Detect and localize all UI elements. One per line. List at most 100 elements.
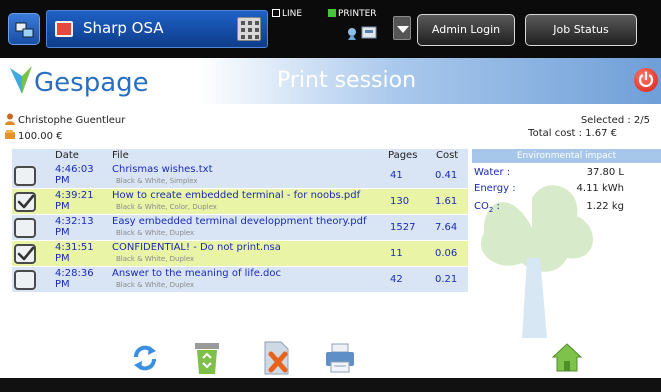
environmental-impact-heading: Environmental impact — [472, 149, 661, 163]
network-printer-icon — [346, 24, 382, 46]
row-checkbox[interactable] — [14, 218, 36, 238]
table-row[interactable]: 4:39:21 PM How to create embedded termina… — [12, 189, 468, 215]
job-cost: 0.41 — [435, 170, 458, 181]
device-icon — [55, 21, 73, 37]
job-time: 4:32:13 — [55, 216, 94, 227]
water-row: Water : 37.80 L — [472, 165, 661, 181]
job-ampm: PM — [55, 201, 70, 212]
row-checkbox[interactable] — [14, 192, 36, 212]
job-ampm: PM — [55, 279, 70, 290]
job-details: Black & White, Duplex — [116, 281, 195, 289]
row-checkbox[interactable] — [14, 244, 36, 264]
keypad-icon[interactable] — [237, 17, 261, 41]
column-file: File — [112, 150, 129, 161]
job-file-name: Answer to the meaning of life.doc — [112, 268, 282, 279]
user-credit: 100.00 € — [18, 131, 63, 142]
column-cost: Cost — [436, 150, 459, 161]
job-ampm: PM — [55, 227, 70, 238]
job-time: 4:39:21 — [55, 190, 94, 201]
co2-colon: : — [493, 201, 500, 212]
delete-document-icon[interactable] — [262, 340, 292, 376]
job-date: 4:32:13 PM — [55, 216, 103, 238]
bottom-strip — [0, 378, 661, 392]
energy-value: 4.11 kWh — [576, 183, 624, 194]
job-time: 4:46:03 — [55, 164, 94, 175]
device-selector[interactable]: Sharp OSA — [46, 10, 268, 48]
dropdown-button[interactable] — [393, 16, 411, 40]
total-cost: Total cost : 1.67 € — [528, 128, 617, 139]
job-pages: 1527 — [390, 222, 416, 233]
swap-icon — [15, 22, 34, 38]
row-checkbox[interactable] — [14, 270, 36, 290]
checkmark-icon — [17, 194, 35, 209]
water-value: 37.80 L — [586, 167, 624, 178]
energy-row: Energy : 4.11 kWh — [472, 181, 661, 197]
job-date: 4:39:21 PM — [55, 190, 103, 212]
job-ampm: PM — [55, 175, 70, 186]
line-status: LINE — [272, 9, 302, 19]
job-details: Black & White, Color, Duplex — [116, 203, 217, 211]
table-header: Date File Pages Cost — [12, 149, 468, 163]
system-top-bar: Sharp OSA LINE PRINTER Admin Login Job S… — [0, 0, 661, 58]
co2-text: CO — [474, 201, 489, 212]
refresh-icon[interactable] — [130, 343, 160, 373]
job-details: Black & White, Duplex — [116, 255, 195, 263]
admin-login-button[interactable]: Admin Login — [417, 14, 515, 46]
line-status-label: LINE — [282, 9, 303, 19]
recycle-bin-icon[interactable] — [192, 341, 222, 375]
print-session-panel: Gespage Print session Christophe Guentle… — [0, 58, 661, 378]
job-pages: 42 — [390, 274, 403, 285]
job-details: Black & White, Duplex — [116, 229, 195, 237]
table-row[interactable]: 4:31:51 PM CONFIDENTIAL! - Do not print.n… — [12, 241, 468, 267]
job-file-name: CONFIDENTIAL! - Do not print.nsa — [112, 242, 281, 253]
job-cost: 0.21 — [435, 274, 458, 285]
printer-checkbox-icon — [328, 9, 336, 17]
column-date: Date — [55, 150, 79, 161]
job-cost: 0.06 — [435, 248, 458, 259]
page-title: Print session — [277, 68, 417, 93]
printer-status: PRINTER — [328, 9, 377, 19]
job-pages: 11 — [390, 248, 403, 259]
job-pages: 41 — [390, 170, 403, 181]
user-name: Christophe Guentleur — [18, 115, 126, 126]
wallet-icon — [5, 130, 15, 139]
table-row[interactable]: 4:28:36 PM Answer to the meaning of life.… — [12, 267, 468, 293]
table-row[interactable]: 4:46:03 PM Chrismas wishes.txt Black & Wh… — [12, 163, 468, 189]
line-checkbox-icon — [272, 9, 280, 17]
co2-row: CO2 : 1.22 kg — [472, 199, 661, 215]
job-details: Black & White, Simplex — [116, 177, 198, 185]
job-date: 4:46:03 PM — [55, 164, 103, 186]
job-time: 4:31:51 — [55, 242, 94, 253]
job-cost: 1.61 — [435, 196, 458, 207]
device-name: Sharp OSA — [83, 19, 164, 37]
printer-status-label: PRINTER — [338, 9, 377, 19]
job-ampm: PM — [55, 253, 70, 264]
job-file-name: How to create embedded terminal - for no… — [112, 190, 361, 201]
selected-count: Selected : 2/5 — [580, 115, 650, 126]
print-jobs-table: Date File Pages Cost 4:46:03 PM Chrismas … — [12, 149, 468, 293]
job-date: 4:31:51 PM — [55, 242, 103, 264]
checkmark-icon — [17, 246, 35, 261]
home-icon[interactable] — [551, 341, 583, 373]
column-pages: Pages — [388, 150, 418, 161]
water-label: Water : — [474, 167, 511, 178]
job-file-name: Easy embedded terminal developpment theo… — [112, 216, 367, 227]
job-time: 4:28:36 — [55, 268, 94, 279]
job-file-name: Chrismas wishes.txt — [112, 164, 213, 175]
power-icon — [638, 71, 654, 87]
power-button[interactable] — [634, 68, 658, 92]
gespage-logo: Gespage — [34, 68, 149, 98]
job-date: 4:28:36 PM — [55, 268, 103, 290]
user-icon — [5, 113, 15, 125]
environmental-impact-panel: Environmental impact Water : 37.80 L Ene… — [472, 149, 661, 215]
co2-value: 1.22 kg — [586, 201, 624, 212]
table-row[interactable]: 4:32:13 PM Easy embedded terminal develop… — [12, 215, 468, 241]
sharp-home-button[interactable] — [8, 13, 40, 45]
printer-icon[interactable] — [324, 342, 356, 374]
job-status-button[interactable]: Job Status — [525, 14, 637, 46]
energy-label: Energy : — [474, 183, 516, 194]
co2-label: CO2 : — [474, 201, 500, 214]
job-cost: 7.64 — [435, 222, 458, 233]
row-checkbox[interactable] — [14, 166, 36, 186]
gespage-logo-icon — [10, 66, 32, 94]
